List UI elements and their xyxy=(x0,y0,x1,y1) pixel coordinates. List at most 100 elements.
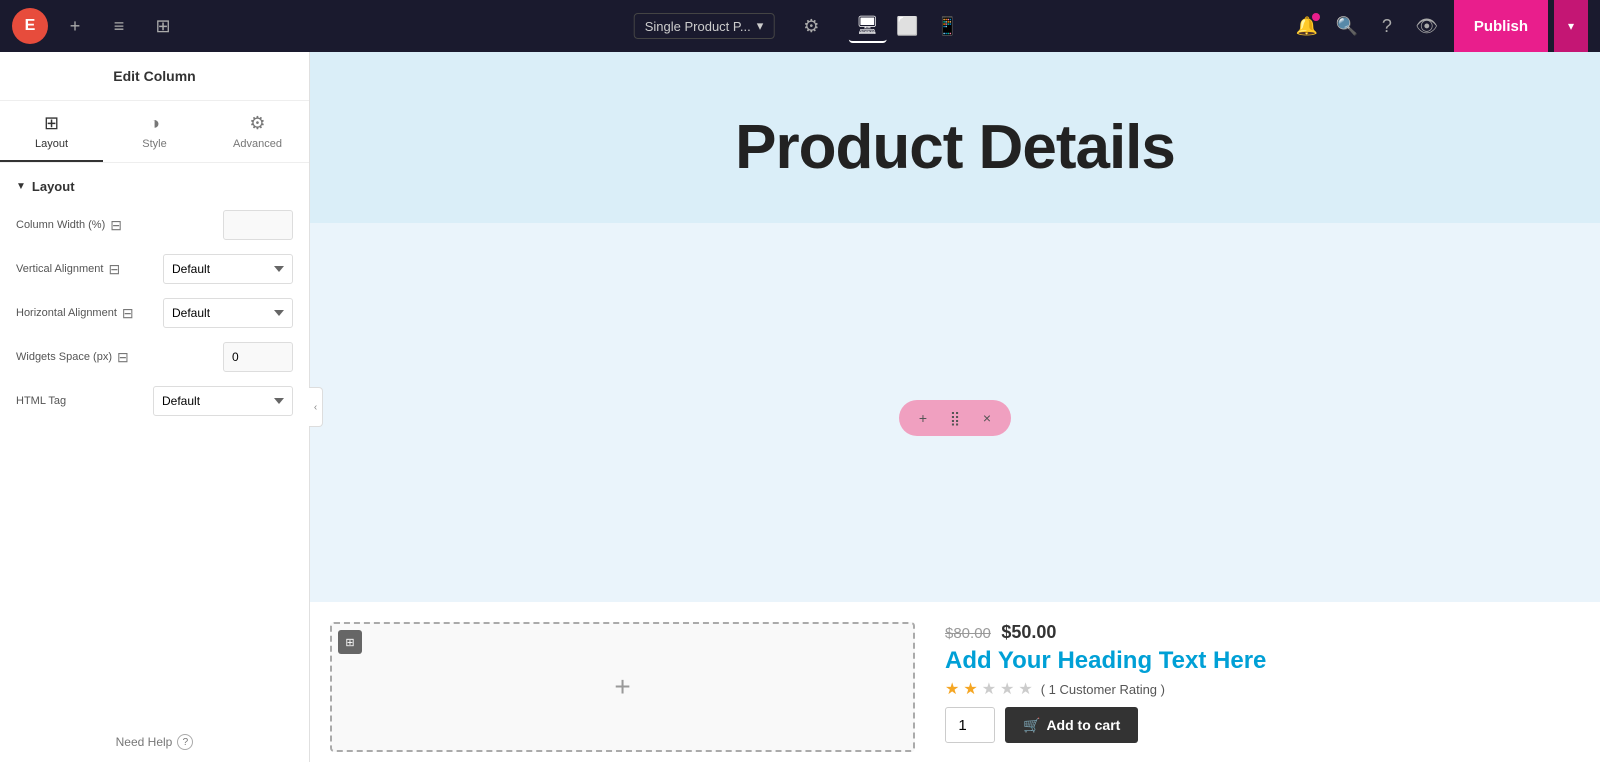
page-settings-button[interactable]: ⚙ xyxy=(794,9,828,43)
need-help-link[interactable]: Need Help ? xyxy=(0,722,309,762)
layout-tab-icon: ⊞ xyxy=(44,113,59,134)
search-button[interactable]: 🔍 xyxy=(1330,9,1364,43)
section-collapse-icon: ▼ xyxy=(16,181,26,192)
vertical-alignment-row: Vertical Alignment ⊟ Default Top Middle … xyxy=(16,254,293,284)
responsive-icon-ws: ⊟ xyxy=(117,349,129,366)
desktop-icon: 🖥 xyxy=(856,15,879,36)
elementor-logo[interactable]: E xyxy=(12,8,48,44)
add-widget-button[interactable]: + xyxy=(614,671,630,703)
star-3: ★ xyxy=(982,679,996,699)
topbar-center: Single Product P... ▾ ⚙ 🖥 ⬜ 📱 xyxy=(634,9,967,43)
panel-title: Edit Column xyxy=(0,52,309,101)
sale-price: $50.00 xyxy=(1001,622,1056,642)
column-icon: ⊞ xyxy=(345,636,354,649)
html-tag-row: HTML Tag Default div header footer main … xyxy=(16,386,293,416)
plus-icon: + xyxy=(919,410,927,426)
responsive-icon: ⊟ xyxy=(110,217,122,234)
star-2: ★ xyxy=(963,679,977,699)
topbar: E + ≡ ⊞ Single Product P... ▾ ⚙ 🖥 ⬜ 📱 xyxy=(0,0,1600,52)
html-tag-label: HTML Tag xyxy=(16,395,145,407)
vertical-alignment-select[interactable]: Default Top Middle Bottom xyxy=(163,254,293,284)
column-box: ⊞ + xyxy=(330,622,915,752)
floating-toolbar: + ⣿ × xyxy=(899,400,1011,436)
column-width-row: Column Width (%) ⊟ xyxy=(16,210,293,240)
style-tab-icon: ◑ xyxy=(149,113,160,134)
responsive-icon-va: ⊟ xyxy=(108,261,120,278)
horizontal-alignment-label: Horizontal Alignment ⊟ xyxy=(16,305,155,322)
plus-icon: + xyxy=(614,671,630,702)
question-icon: ? xyxy=(1382,16,1392,37)
star-1: ★ xyxy=(945,679,959,699)
topbar-right: 🔔 🔍 ? 👁 Publish ▾ xyxy=(1290,0,1588,52)
advanced-tab-icon: ⚙ xyxy=(249,113,265,134)
tablet-icon: ⬜ xyxy=(896,16,918,37)
vertical-alignment-label: Vertical Alignment ⊟ xyxy=(16,261,155,278)
layout-section-header: ▼ Layout xyxy=(16,179,293,194)
left-panel: Edit Column ⊞ Layout ◑ Style ⚙ Advanced … xyxy=(0,52,310,762)
add-to-cart-button[interactable]: 🛒 Add to cart xyxy=(1005,707,1138,743)
widgets-space-label: Widgets Space (px) ⊟ xyxy=(16,349,215,366)
star-4: ★ xyxy=(1000,679,1014,699)
rating-text: ( 1 Customer Rating ) xyxy=(1041,682,1165,697)
product-banner: Product Details xyxy=(310,52,1600,223)
plus-icon: + xyxy=(70,16,81,37)
floating-close-button[interactable]: × xyxy=(975,406,999,430)
chevron-down-icon: ▾ xyxy=(757,18,764,34)
product-details-right: $80.00 $50.00 Add Your Heading Text Here… xyxy=(935,622,1580,762)
floating-drag-button[interactable]: ⣿ xyxy=(943,406,967,430)
original-price: $80.00 xyxy=(945,625,991,642)
widgets-space-input[interactable] xyxy=(223,342,293,372)
preview-button[interactable]: 👁 xyxy=(1410,9,1444,43)
product-heading[interactable]: Add Your Heading Text Here xyxy=(945,647,1570,675)
panel-collapse-button[interactable]: ‹ xyxy=(309,387,323,427)
close-icon: × xyxy=(983,410,991,426)
question-circle-icon: ? xyxy=(177,734,193,750)
help-button[interactable]: ? xyxy=(1370,9,1404,43)
canvas-area: Product Details + ⣿ × ⊞ + xyxy=(310,52,1600,762)
drag-icon: ⣿ xyxy=(950,410,960,427)
add-element-button[interactable]: + xyxy=(58,9,92,43)
chevron-left-icon: ‹ xyxy=(314,402,317,413)
column-width-input[interactable] xyxy=(223,210,293,240)
bottom-area: ⊞ + $80.00 $50.00 Add Your Heading Text … xyxy=(310,602,1600,762)
search-icon: 🔍 xyxy=(1336,16,1358,37)
tab-style[interactable]: ◑ Style xyxy=(103,101,206,162)
panel-content: ▼ Layout Column Width (%) ⊟ Vertical Ali… xyxy=(0,163,309,722)
chevron-down-icon: ▾ xyxy=(1568,19,1574,33)
price-row: $80.00 $50.00 xyxy=(945,622,1570,643)
main-layout: Edit Column ⊞ Layout ◑ Style ⚙ Advanced … xyxy=(0,52,1600,762)
mobile-icon: 📱 xyxy=(936,16,958,37)
cart-row: 🛒 Add to cart xyxy=(945,707,1570,743)
html-tag-select[interactable]: Default div header footer main article s… xyxy=(153,386,293,416)
product-details-title: Product Details xyxy=(330,112,1580,183)
column-width-label: Column Width (%) ⊟ xyxy=(16,217,215,234)
gear-icon: ⚙ xyxy=(803,16,819,37)
settings-sliders-button[interactable]: ≡ xyxy=(102,9,136,43)
publish-button[interactable]: Publish xyxy=(1454,0,1548,52)
tablet-device-button[interactable]: ⬜ xyxy=(888,9,926,43)
page-selector-text: Single Product P... xyxy=(645,19,751,34)
widgets-space-row: Widgets Space (px) ⊟ xyxy=(16,342,293,372)
page-selector[interactable]: Single Product P... ▾ xyxy=(634,13,775,39)
panel-tabs: ⊞ Layout ◑ Style ⚙ Advanced xyxy=(0,101,309,163)
tab-advanced[interactable]: ⚙ Advanced xyxy=(206,101,309,162)
mobile-device-button[interactable]: 📱 xyxy=(928,9,966,43)
desktop-device-button[interactable]: 🖥 xyxy=(848,9,886,43)
responsive-icon-ha: ⊟ xyxy=(122,305,134,322)
sliders-icon: ≡ xyxy=(114,16,125,37)
horizontal-alignment-row: Horizontal Alignment ⊟ Default Left Cent… xyxy=(16,298,293,328)
device-buttons: 🖥 ⬜ 📱 xyxy=(848,9,966,43)
rating-row: ★ ★ ★ ★ ★ ( 1 Customer Rating ) xyxy=(945,679,1570,699)
layers-icon: ⊞ xyxy=(155,16,170,37)
layers-button[interactable]: ⊞ xyxy=(146,9,180,43)
cart-icon: 🛒 xyxy=(1023,717,1040,734)
star-5: ★ xyxy=(1018,679,1032,699)
horizontal-alignment-select[interactable]: Default Left Center Right xyxy=(163,298,293,328)
notifications-button[interactable]: 🔔 xyxy=(1290,9,1324,43)
floating-add-button[interactable]: + xyxy=(911,406,935,430)
publish-arrow-button[interactable]: ▾ xyxy=(1554,0,1588,52)
tab-layout[interactable]: ⊞ Layout xyxy=(0,101,103,162)
quantity-input[interactable] xyxy=(945,707,995,743)
notification-dot xyxy=(1312,13,1320,21)
column-box-icon: ⊞ xyxy=(338,630,362,654)
